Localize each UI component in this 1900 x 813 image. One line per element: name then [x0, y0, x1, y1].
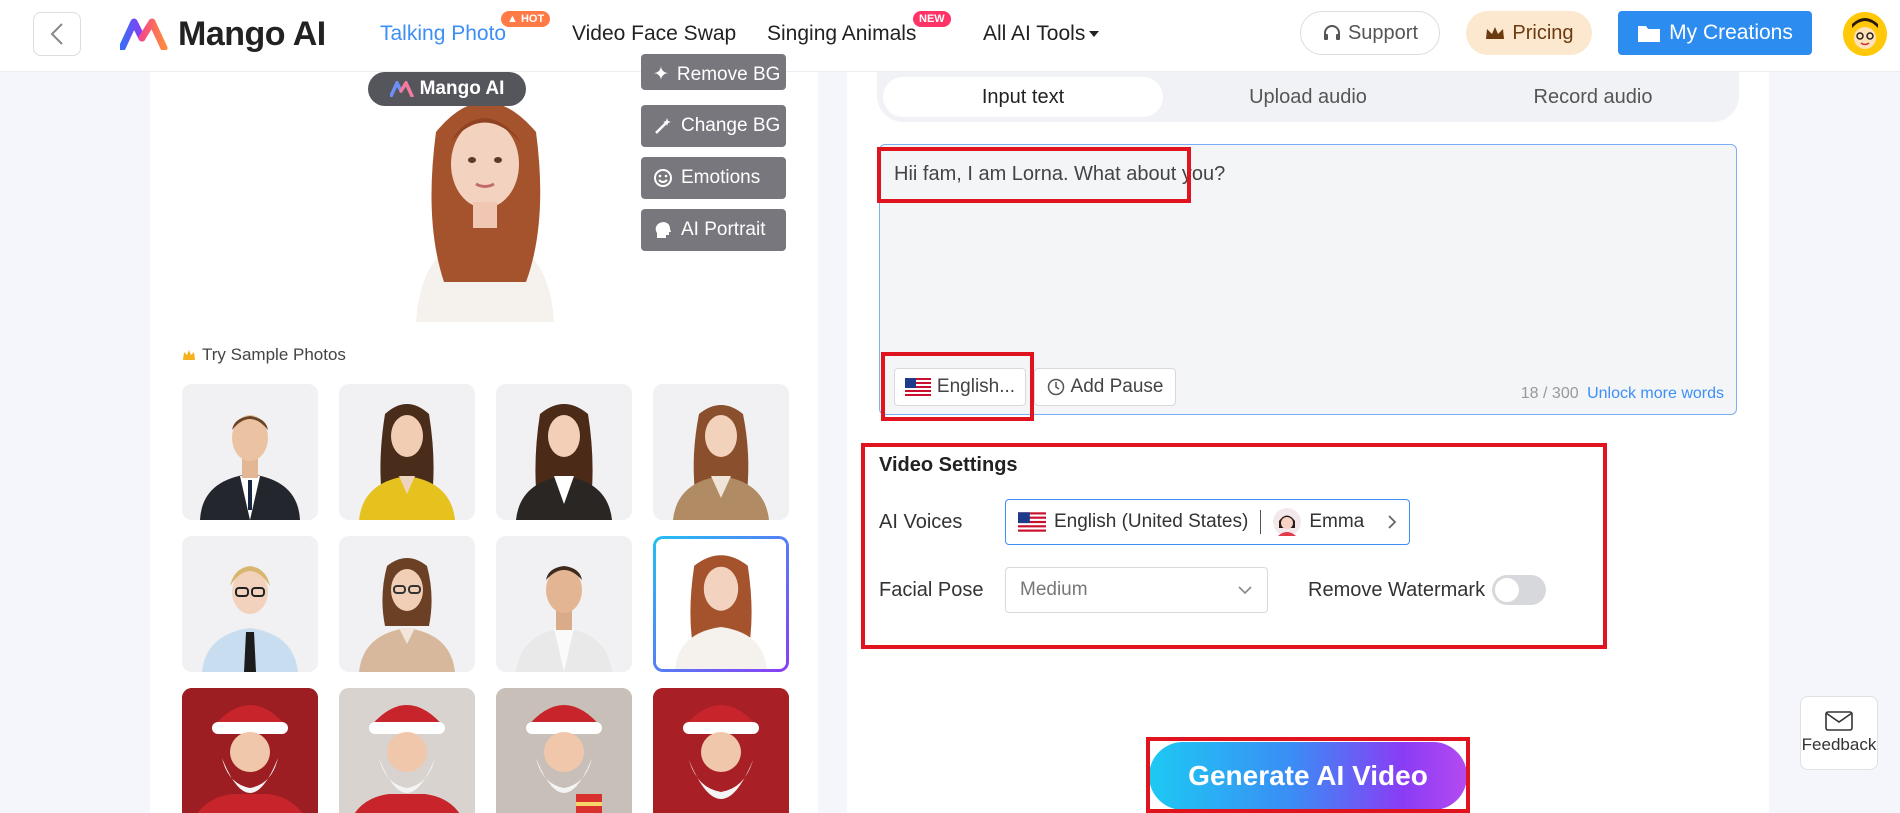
mango-logo-icon	[120, 18, 168, 50]
new-badge: NEW	[913, 11, 951, 27]
top-header: Mango AI Talking Photo ▲ HOT Video Face …	[0, 0, 1900, 72]
preview-photo	[376, 72, 594, 322]
logo-text: Mango AI	[178, 14, 326, 53]
sample-photo-11[interactable]	[496, 688, 632, 813]
video-settings-title: Video Settings	[879, 454, 1018, 476]
sample-photo-1[interactable]	[182, 384, 318, 520]
emotions-button[interactable]: Emotions	[641, 157, 786, 199]
voice-avatar-icon	[1273, 508, 1302, 536]
highlight-language	[881, 352, 1034, 421]
remove-watermark-label: Remove Watermark	[1308, 579, 1486, 601]
unlock-more-words-link[interactable]: Unlock more words	[1587, 385, 1724, 402]
nav-singing-animals[interactable]: Singing Animals	[767, 22, 916, 46]
change-bg-button[interactable]: Change BG	[641, 105, 786, 147]
try-sample-photos-label: Try Sample Photos	[182, 345, 346, 365]
fire-icon: ▲	[507, 13, 518, 25]
highlight-text-input	[877, 147, 1191, 203]
hot-badge: ▲ HOT	[501, 11, 551, 27]
nav-all-ai-tools[interactable]: All AI Tools	[983, 22, 1100, 46]
word-counter: 18 / 300 Unlock more words	[1520, 385, 1724, 402]
crown-small-icon	[183, 350, 195, 360]
sample-photo-4[interactable]	[653, 384, 789, 520]
voice-separator	[1260, 510, 1262, 534]
sample-photo-8-selected[interactable]	[653, 536, 789, 672]
envelope-icon	[1825, 711, 1853, 731]
chevron-right-icon	[1388, 515, 1397, 529]
tab-input-text[interactable]: Input text	[883, 77, 1163, 117]
nav-talking-photo[interactable]: Talking Photo	[380, 22, 506, 46]
portrait-image	[376, 72, 594, 322]
sample-photo-10[interactable]	[339, 688, 475, 813]
crown-icon	[1486, 27, 1505, 39]
headset-icon	[1323, 25, 1340, 40]
left-panel: Mango AI ✦ Remove BG Change BG Emotions …	[150, 54, 818, 813]
highlight-generate	[1146, 737, 1470, 813]
eraser-icon: ✦	[653, 64, 669, 85]
sample-photo-9[interactable]	[182, 688, 318, 813]
cartoon-face-icon	[1843, 12, 1887, 56]
add-pause-button[interactable]: Add Pause	[1034, 368, 1176, 406]
sample-photo-7[interactable]	[496, 536, 632, 672]
toggle-knob	[1495, 578, 1519, 602]
sample-photo-6[interactable]	[339, 536, 475, 672]
facial-pose-label: Facial Pose	[879, 579, 984, 601]
nav-video-face-swap[interactable]: Video Face Swap	[572, 22, 736, 46]
my-creations-button[interactable]: My Creations	[1618, 11, 1812, 55]
sample-photo-12[interactable]	[653, 688, 789, 813]
back-button[interactable]	[33, 12, 81, 56]
support-button[interactable]: Support	[1300, 11, 1440, 55]
voice-name: Emma	[1309, 511, 1365, 532]
smiley-icon	[654, 169, 672, 187]
ai-voices-label: AI Voices	[879, 511, 963, 533]
right-panel: Input text Upload audio Record audio Hii…	[847, 72, 1769, 813]
remove-bg-button[interactable]: ✦ Remove BG	[641, 54, 786, 90]
chevron-left-icon	[50, 23, 63, 45]
voice-language: English (United States)	[1054, 511, 1249, 532]
chevron-down-icon	[1238, 586, 1252, 595]
facial-pose-select[interactable]: Medium	[1005, 567, 1268, 613]
mango-logo-small-icon	[389, 81, 414, 97]
brain-head-icon	[655, 222, 671, 238]
us-flag-icon	[1018, 512, 1046, 532]
tab-upload-audio[interactable]: Upload audio	[1168, 77, 1448, 117]
ai-portrait-button[interactable]: AI Portrait	[641, 209, 786, 251]
caret-down-icon	[1089, 31, 1100, 38]
user-avatar[interactable]	[1843, 12, 1887, 56]
pricing-button[interactable]: Pricing	[1466, 11, 1592, 55]
sample-photo-3[interactable]	[496, 384, 632, 520]
tab-record-audio[interactable]: Record audio	[1453, 77, 1733, 117]
sample-photo-2[interactable]	[339, 384, 475, 520]
feedback-button[interactable]: Feedback	[1800, 696, 1878, 770]
magic-wand-icon	[655, 118, 671, 134]
ai-voice-selector[interactable]: English (United States) Emma	[1005, 499, 1410, 545]
sample-photo-5[interactable]	[182, 536, 318, 672]
watermark-badge: Mango AI	[368, 72, 526, 106]
mango-logo[interactable]: Mango AI	[120, 12, 326, 56]
folder-icon	[1638, 26, 1661, 42]
input-mode-tabs: Input text Upload audio Record audio	[877, 72, 1739, 122]
remove-watermark-toggle[interactable]	[1492, 575, 1546, 605]
clock-icon	[1047, 378, 1064, 396]
